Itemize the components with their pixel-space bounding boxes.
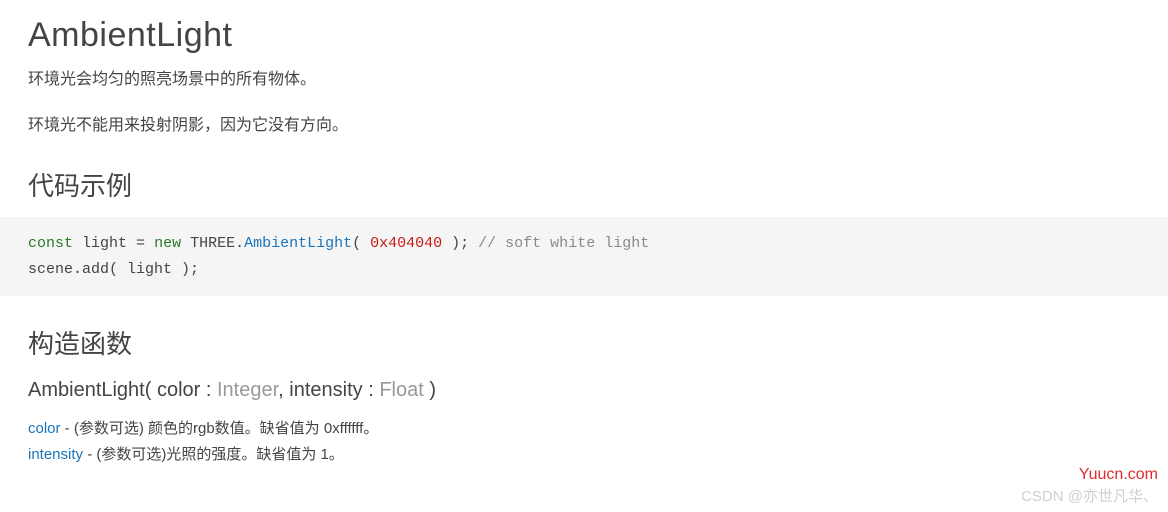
code-block: const light = new THREE.AmbientLight( 0x… [0,217,1168,296]
constructor-signature: AmbientLight( color : Integer, intensity… [28,379,1140,402]
keyword-new: new [154,235,181,252]
ident-scene: scene [28,261,73,278]
hex-value: 0x404040 [370,235,442,252]
code-comment: // soft white light [469,235,649,252]
keyword-const: const [28,235,73,252]
class-ambientlight: AmbientLight [244,235,352,252]
param-link-intensity[interactable]: intensity [28,446,83,463]
type-integer: Integer [217,379,278,401]
ident-light: light [82,235,127,252]
code-example-heading: 代码示例 [28,166,1140,203]
watermark-csdn: CSDN @亦世凡华、 [1021,485,1158,506]
description-para-2: 环境光不能用来投射阴影，因为它没有方向。 [28,113,1140,139]
description-para-1: 环境光会均匀的照亮场景中的所有物体。 [28,67,1140,93]
constructor-heading: 构造函数 [28,324,1140,361]
watermark-site: Yuucn.com [1079,466,1158,484]
type-float: Float [379,379,423,401]
page-title: AmbientLight [28,16,1140,55]
param-color: color - (参数可选) 颜色的rgb数值。缺省值为 0xffffff。 [28,416,1140,442]
param-intensity: intensity - (参数可选)光照的强度。缺省值为 1。 [28,442,1140,468]
param-link-color[interactable]: color [28,420,61,437]
doc-content: AmbientLight 环境光会均匀的照亮场景中的所有物体。 环境光不能用来投… [0,0,1168,483]
